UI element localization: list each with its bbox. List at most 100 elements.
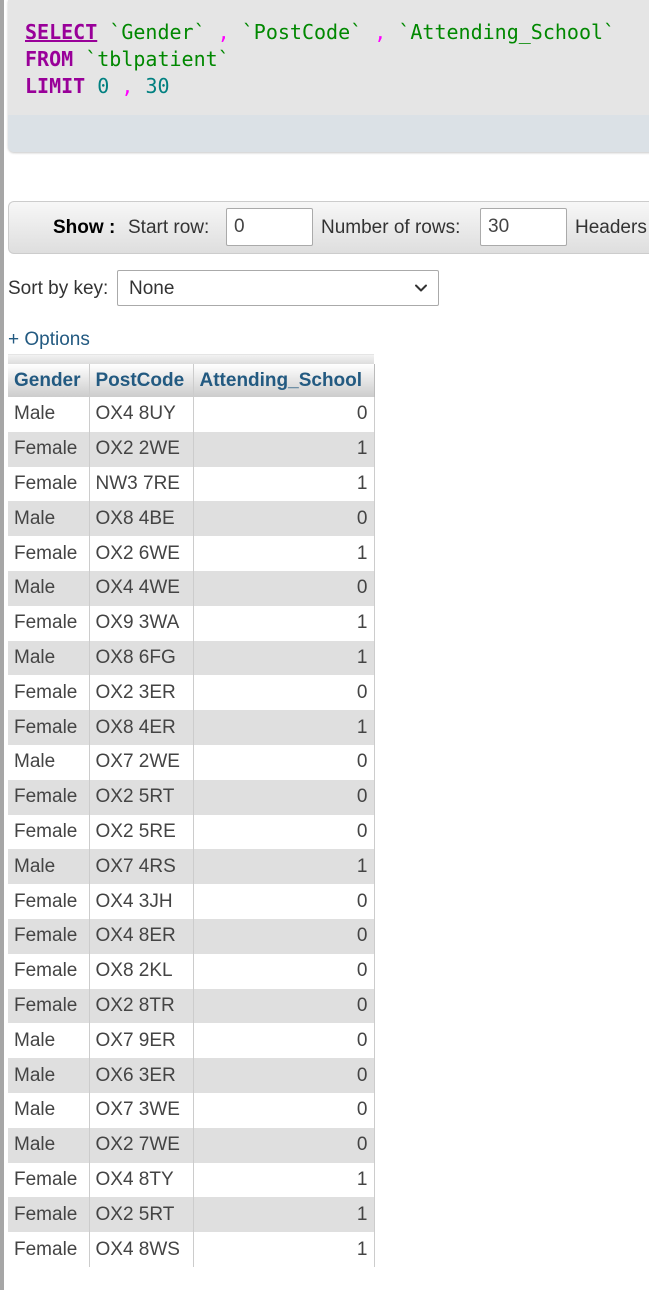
column-header-attending-school[interactable]: Attending_School — [193, 364, 375, 397]
cell-gender[interactable]: Female — [8, 779, 90, 815]
cell-postcode[interactable]: OX4 8ER — [89, 918, 194, 954]
cell-attending-school[interactable]: 1 — [193, 466, 375, 502]
cell-gender[interactable]: Male — [8, 397, 90, 432]
cell-attending-school[interactable]: 0 — [193, 988, 375, 1024]
table-row[interactable]: Female OX2 5RT 0 — [8, 779, 375, 815]
cell-postcode[interactable]: OX2 7WE — [89, 1127, 194, 1163]
table-row[interactable]: Male OX8 4BE 0 — [8, 501, 375, 537]
cell-attending-school[interactable]: 1 — [193, 1232, 375, 1267]
cell-gender[interactable]: Male — [8, 744, 90, 780]
table-row[interactable]: Male OX4 8UY 0 — [8, 397, 375, 432]
cell-postcode[interactable]: OX2 2WE — [89, 431, 194, 467]
cell-attending-school[interactable]: 0 — [193, 884, 375, 919]
cell-attending-school[interactable]: 0 — [193, 570, 375, 606]
cell-gender[interactable]: Male — [8, 640, 90, 676]
sql-keyword-select[interactable]: SELECT — [25, 20, 97, 44]
cell-postcode[interactable]: OX4 8TY — [89, 1162, 194, 1198]
table-row[interactable]: Female OX2 5RE 0 — [8, 814, 375, 850]
cell-gender[interactable]: Female — [8, 918, 90, 954]
cell-gender[interactable]: Male — [8, 1092, 90, 1128]
cell-gender[interactable]: Female — [8, 953, 90, 989]
table-row[interactable]: Female OX2 6WE 1 — [8, 536, 375, 571]
number-of-rows-input[interactable] — [480, 208, 567, 246]
table-row[interactable]: Female OX2 5RT 1 — [8, 1197, 375, 1233]
column-header-postcode[interactable]: PostCode — [89, 364, 194, 397]
sql-query-code[interactable]: SELECT `Gender` , `PostCode` , `Attendin… — [25, 19, 615, 100]
cell-postcode[interactable]: OX7 4RS — [89, 849, 194, 885]
cell-attending-school[interactable]: 0 — [193, 1058, 375, 1093]
cell-attending-school[interactable]: 1 — [193, 1197, 375, 1233]
cell-gender[interactable]: Male — [8, 1058, 90, 1093]
cell-gender[interactable]: Female — [8, 536, 90, 571]
cell-attending-school[interactable]: 0 — [193, 1092, 375, 1128]
cell-postcode[interactable]: OX7 9ER — [89, 1023, 194, 1059]
cell-postcode[interactable]: NW3 7RE — [89, 466, 194, 502]
cell-attending-school[interactable]: 0 — [193, 1023, 375, 1059]
cell-attending-school[interactable]: 1 — [193, 640, 375, 676]
cell-postcode[interactable]: OX2 6WE — [89, 536, 194, 571]
cell-postcode[interactable]: OX8 2KL — [89, 953, 194, 989]
cell-gender[interactable]: Female — [8, 605, 90, 641]
cell-attending-school[interactable]: 0 — [193, 1127, 375, 1163]
cell-postcode[interactable]: OX7 3WE — [89, 1092, 194, 1128]
cell-gender[interactable]: Male — [8, 1023, 90, 1059]
table-row[interactable]: Female OX8 4ER 1 — [8, 710, 375, 745]
cell-attending-school[interactable]: 1 — [193, 605, 375, 641]
cell-attending-school[interactable]: 0 — [193, 675, 375, 711]
cell-gender[interactable]: Male — [8, 570, 90, 606]
table-row[interactable]: Female OX4 8TY 1 — [8, 1162, 375, 1198]
sort-by-key-select[interactable]: None — [117, 270, 439, 306]
cell-postcode[interactable]: OX2 8TR — [89, 988, 194, 1024]
cell-gender[interactable]: Female — [8, 710, 90, 745]
table-row[interactable]: Male OX4 4WE 0 — [8, 570, 375, 606]
cell-gender[interactable]: Female — [8, 814, 90, 850]
cell-attending-school[interactable]: 1 — [193, 431, 375, 467]
cell-postcode[interactable]: OX8 4BE — [89, 501, 194, 537]
cell-gender[interactable]: Female — [8, 431, 90, 467]
cell-postcode[interactable]: OX9 3WA — [89, 605, 194, 641]
cell-attending-school[interactable]: 1 — [193, 710, 375, 745]
cell-gender[interactable]: Female — [8, 1197, 90, 1233]
table-row[interactable]: Male OX7 3WE 0 — [8, 1092, 375, 1128]
cell-gender[interactable]: Female — [8, 1162, 90, 1198]
table-row[interactable]: Female OX4 8ER 0 — [8, 918, 375, 954]
table-row[interactable]: Male OX7 4RS 1 — [8, 849, 375, 885]
table-row[interactable]: Male OX2 7WE 0 — [8, 1127, 375, 1163]
cell-gender[interactable]: Female — [8, 884, 90, 919]
cell-gender[interactable]: Female — [8, 675, 90, 711]
table-row[interactable]: Male OX7 9ER 0 — [8, 1023, 375, 1059]
cell-postcode[interactable]: OX2 5RT — [89, 779, 194, 815]
cell-gender[interactable]: Female — [8, 1232, 90, 1267]
table-row[interactable]: Female OX2 3ER 0 — [8, 675, 375, 711]
table-row[interactable]: Female OX4 8WS 1 — [8, 1232, 375, 1267]
table-row[interactable]: Female OX8 2KL 0 — [8, 953, 375, 989]
cell-gender[interactable]: Male — [8, 501, 90, 537]
cell-postcode[interactable]: OX4 8UY — [89, 397, 194, 432]
table-row[interactable]: Male OX8 6FG 1 — [8, 640, 375, 676]
table-row[interactable]: Female OX4 3JH 0 — [8, 884, 375, 919]
cell-postcode[interactable]: OX2 5RE — [89, 814, 194, 850]
cell-postcode[interactable]: OX7 2WE — [89, 744, 194, 780]
cell-postcode[interactable]: OX6 3ER — [89, 1058, 194, 1093]
cell-postcode[interactable]: OX4 8WS — [89, 1232, 194, 1267]
start-row-input[interactable] — [226, 208, 313, 246]
table-row[interactable]: Male OX6 3ER 0 — [8, 1058, 375, 1093]
cell-attending-school[interactable]: 0 — [193, 501, 375, 537]
cell-gender[interactable]: Female — [8, 988, 90, 1024]
cell-postcode[interactable]: OX2 3ER — [89, 675, 194, 711]
table-row[interactable]: Female NW3 7RE 1 — [8, 466, 375, 502]
cell-postcode[interactable]: OX4 3JH — [89, 884, 194, 919]
cell-attending-school[interactable]: 0 — [193, 779, 375, 815]
options-link[interactable]: + Options — [8, 329, 90, 351]
table-row[interactable]: Female OX2 8TR 0 — [8, 988, 375, 1024]
cell-postcode[interactable]: OX2 5RT — [89, 1197, 194, 1233]
cell-attending-school[interactable]: 0 — [193, 397, 375, 432]
cell-attending-school[interactable]: 1 — [193, 1162, 375, 1198]
cell-attending-school[interactable]: 0 — [193, 918, 375, 954]
table-row[interactable]: Female OX9 3WA 1 — [8, 605, 375, 641]
cell-attending-school[interactable]: 1 — [193, 536, 375, 571]
table-row[interactable]: Female OX2 2WE 1 — [8, 431, 375, 467]
cell-attending-school[interactable]: 0 — [193, 953, 375, 989]
cell-gender[interactable]: Male — [8, 1127, 90, 1163]
cell-gender[interactable]: Female — [8, 466, 90, 502]
